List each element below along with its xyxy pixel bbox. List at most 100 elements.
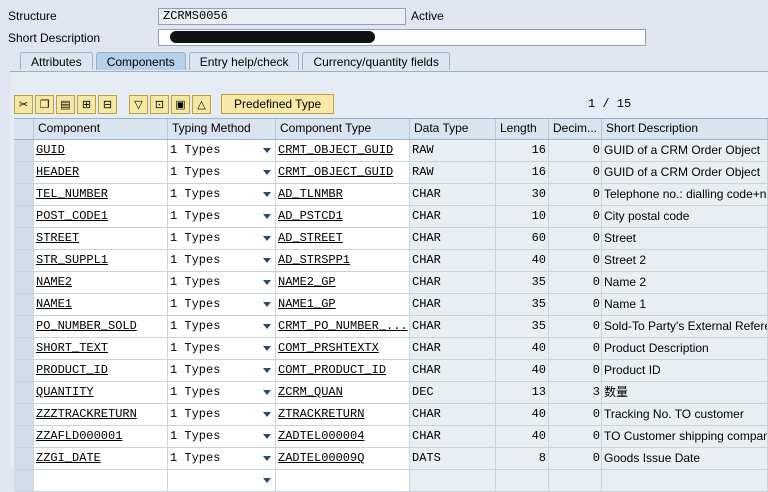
typing-method-cell[interactable]: 1 Types xyxy=(168,426,276,447)
tab-components[interactable]: Components xyxy=(95,52,186,70)
row-selector[interactable] xyxy=(14,162,34,183)
typing-method-cell[interactable] xyxy=(168,470,276,491)
component-type-cell[interactable]: AD_STREET xyxy=(276,228,410,249)
row-selector[interactable] xyxy=(14,250,34,271)
component-cell[interactable]: HEADER xyxy=(34,162,168,183)
row-selector[interactable] xyxy=(14,404,34,425)
component-cell[interactable]: STREET xyxy=(34,228,168,249)
chevron-down-icon[interactable] xyxy=(263,258,271,263)
row-selector[interactable] xyxy=(14,140,34,161)
row-selector[interactable] xyxy=(14,382,34,403)
component-type-cell[interactable]: ZADTEL000004 xyxy=(276,426,410,447)
typing-method-cell[interactable]: 1 Types xyxy=(168,382,276,403)
row-selector[interactable] xyxy=(14,294,34,315)
component-cell[interactable]: PO_NUMBER_SOLD xyxy=(34,316,168,337)
chevron-down-icon[interactable] xyxy=(263,236,271,241)
cut-icon[interactable]: ✂ xyxy=(14,94,33,114)
chevron-down-icon[interactable] xyxy=(263,170,271,175)
typing-method-cell[interactable]: 1 Types xyxy=(168,316,276,337)
typing-method-cell[interactable]: 1 Types xyxy=(168,272,276,293)
predefined-type-button[interactable]: Predefined Type xyxy=(221,94,335,114)
component-type-cell[interactable]: CRMT_PO_NUMBER_... xyxy=(276,316,410,337)
component-cell[interactable]: PRODUCT_ID xyxy=(34,360,168,381)
typing-method-cell[interactable]: 1 Types xyxy=(168,184,276,205)
component-cell[interactable]: SHORT_TEXT xyxy=(34,338,168,359)
row-selector[interactable] xyxy=(14,272,34,293)
row-selector[interactable] xyxy=(14,426,34,447)
table-row[interactable]: STREET 1 Types AD_STREET CHAR 60 0 Street xyxy=(14,228,768,250)
component-cell[interactable]: ZZZTRACKRETURN xyxy=(34,404,168,425)
table-row[interactable]: ZZZTRACKRETURN 1 Types ZTRACKRETURN CHAR 40 0… xyxy=(14,404,768,426)
chevron-down-icon[interactable] xyxy=(263,148,271,153)
table-row[interactable]: STR_SUPPL1 1 Types AD_STRSPP1 CHAR 40 0 Street… xyxy=(14,250,768,272)
insert-row-icon[interactable]: ⊞ xyxy=(77,94,96,114)
component-type-cell[interactable] xyxy=(276,470,410,491)
typing-method-cell[interactable]: 1 Types xyxy=(168,140,276,161)
tab-currency-quantity[interactable]: Currency/quantity fields xyxy=(302,52,450,70)
chevron-down-icon[interactable] xyxy=(263,302,271,307)
paste-icon[interactable]: ▤ xyxy=(56,94,75,114)
component-cell[interactable]: TEL_NUMBER xyxy=(34,184,168,205)
row-selector[interactable] xyxy=(14,316,34,337)
table-row[interactable]: SHORT_TEXT 1 Types COMT_PRSHTEXTX CHAR 40 0 Pr… xyxy=(14,338,768,360)
table-row[interactable]: NAME1 1 Types NAME1_GP CHAR 35 0 Name 1 xyxy=(14,294,768,316)
tab-entry-help[interactable]: Entry help/check xyxy=(188,52,300,70)
col-header-length[interactable]: Length xyxy=(496,119,549,139)
row-selector[interactable] xyxy=(14,228,34,249)
delete-row-icon[interactable]: ⊟ xyxy=(98,94,117,114)
filter-icon[interactable]: ▽ xyxy=(129,94,148,114)
component-cell[interactable]: STR_SUPPL1 xyxy=(34,250,168,271)
component-type-cell[interactable]: NAME2_GP xyxy=(276,272,410,293)
chevron-down-icon[interactable] xyxy=(263,192,271,197)
chevron-down-icon[interactable] xyxy=(263,412,271,417)
component-type-cell[interactable]: CRMT_OBJECT_GUID xyxy=(276,140,410,161)
details-icon[interactable]: ▣ xyxy=(171,94,190,114)
chevron-down-icon[interactable] xyxy=(263,456,271,461)
component-cell[interactable] xyxy=(34,470,168,491)
typing-method-cell[interactable]: 1 Types xyxy=(168,360,276,381)
up-icon[interactable]: △ xyxy=(192,94,211,114)
table-row[interactable]: ZZAFLD000001 1 Types ZADTEL000004 CHAR 40 0 TO… xyxy=(14,426,768,448)
structure-field[interactable]: ZCRMS0056 xyxy=(158,8,406,25)
select-all-header[interactable] xyxy=(14,119,34,139)
table-row[interactable]: ZZGI_DATE 1 Types ZADTEL00009Q DATS 8 0 Goods … xyxy=(14,448,768,470)
row-selector[interactable] xyxy=(14,360,34,381)
col-header-short-description[interactable]: Short Description xyxy=(602,119,768,139)
col-header-component[interactable]: Component xyxy=(34,119,168,139)
chevron-down-icon[interactable] xyxy=(263,390,271,395)
row-selector[interactable] xyxy=(14,338,34,359)
table-row[interactable]: GUID 1 Types CRMT_OBJECT_GUID RAW 16 0 GUID of… xyxy=(14,140,768,162)
component-type-cell[interactable]: ZCRM_QUAN xyxy=(276,382,410,403)
table-row[interactable]: TEL_NUMBER 1 Types AD_TLNMBR CHAR 30 0 Telepho… xyxy=(14,184,768,206)
row-selector[interactable] xyxy=(14,470,34,491)
table-row[interactable] xyxy=(14,470,768,492)
component-cell[interactable]: QUANTITY xyxy=(34,382,168,403)
component-type-cell[interactable]: AD_STRSPP1 xyxy=(276,250,410,271)
component-type-cell[interactable]: COMT_PRODUCT_ID xyxy=(276,360,410,381)
typing-method-cell[interactable]: 1 Types xyxy=(168,228,276,249)
copy-icon[interactable]: ❐ xyxy=(35,94,54,114)
component-type-cell[interactable]: CRMT_OBJECT_GUID xyxy=(276,162,410,183)
table-row[interactable]: NAME2 1 Types NAME2_GP CHAR 35 0 Name 2 xyxy=(14,272,768,294)
typing-method-cell[interactable]: 1 Types xyxy=(168,162,276,183)
chevron-down-icon[interactable] xyxy=(263,280,271,285)
chevron-down-icon[interactable] xyxy=(263,324,271,329)
tab-attributes[interactable]: Attributes xyxy=(20,52,93,70)
typing-method-cell[interactable]: 1 Types xyxy=(168,294,276,315)
chevron-down-icon[interactable] xyxy=(263,478,271,483)
typing-method-cell[interactable]: 1 Types xyxy=(168,338,276,359)
typing-method-cell[interactable]: 1 Types xyxy=(168,404,276,425)
table-row[interactable]: POST_CODE1 1 Types AD_PSTCD1 CHAR 10 0 City po… xyxy=(14,206,768,228)
col-header-decimals[interactable]: Decim... xyxy=(549,119,602,139)
component-cell[interactable]: GUID xyxy=(34,140,168,161)
component-cell[interactable]: ZZAFLD000001 xyxy=(34,426,168,447)
typing-method-cell[interactable]: 1 Types xyxy=(168,250,276,271)
row-selector[interactable] xyxy=(14,184,34,205)
component-cell[interactable]: POST_CODE1 xyxy=(34,206,168,227)
chevron-down-icon[interactable] xyxy=(263,434,271,439)
component-cell[interactable]: NAME1 xyxy=(34,294,168,315)
row-selector[interactable] xyxy=(14,206,34,227)
col-header-data-type[interactable]: Data Type xyxy=(410,119,496,139)
component-type-cell[interactable]: AD_TLNMBR xyxy=(276,184,410,205)
table-row[interactable]: HEADER 1 Types CRMT_OBJECT_GUID RAW 16 0 GUID … xyxy=(14,162,768,184)
